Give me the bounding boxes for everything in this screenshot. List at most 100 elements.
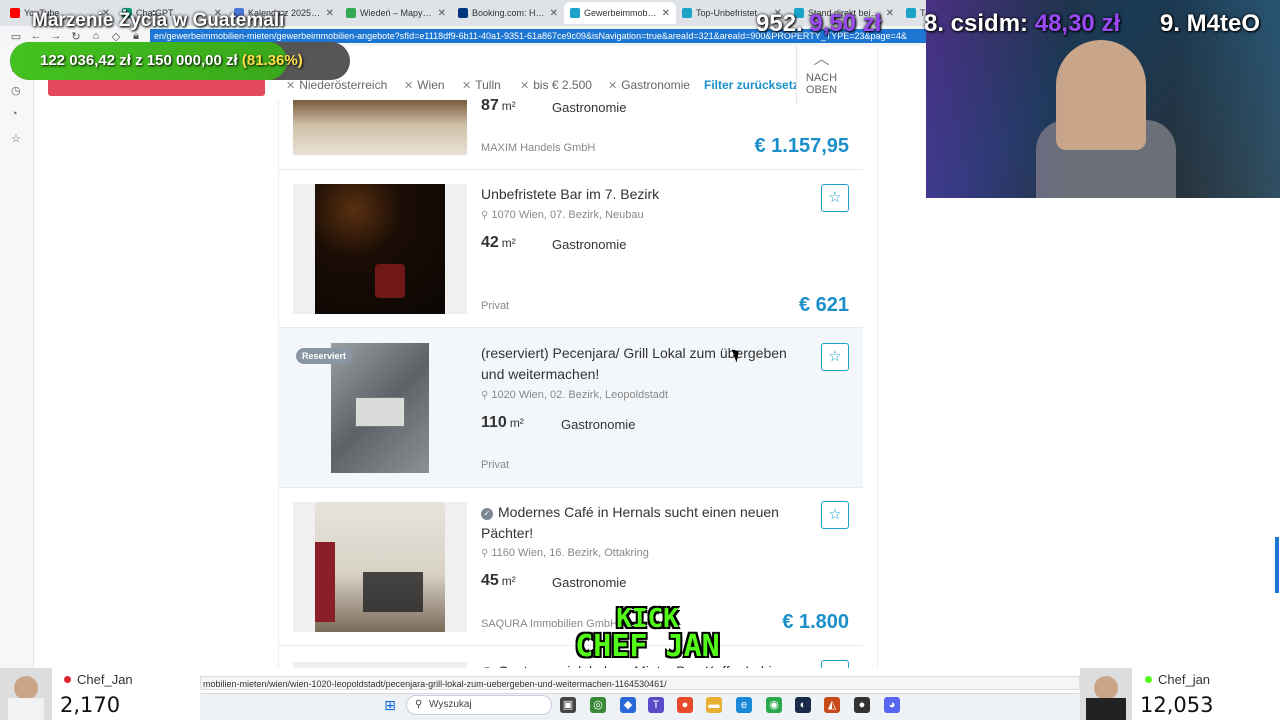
location-pin-icon: ⚲ xyxy=(481,390,489,401)
listing-card[interactable]: 87 m² Gastronomie MAXIM Handels GmbH € 1.… xyxy=(278,97,863,170)
tab-label: Booking.com: Hotel xyxy=(472,8,546,18)
discord-icon[interactable]: ◕ xyxy=(884,697,900,713)
donation-goal-bar: 122 036,42 zł z 150 000,00 zł (81.36%) xyxy=(10,42,350,80)
remove-icon[interactable]: ✕ xyxy=(462,79,471,92)
tab-close-icon[interactable]: ✕ xyxy=(886,8,894,19)
donation-goal-text: 122 036,42 zł z 150 000,00 zł (81.36%) xyxy=(40,52,303,69)
history-icon[interactable]: ◷ xyxy=(11,84,21,97)
listing-seller: Privat xyxy=(481,459,510,471)
listing-card[interactable]: Reserviert (reserviert) Pecenjara/ Grill… xyxy=(278,328,863,488)
listing-category: Gastronomie xyxy=(561,417,636,432)
clock-icon[interactable]: ◔ xyxy=(11,108,18,120)
edge-icon[interactable]: e xyxy=(736,697,752,713)
chevron-up-icon: ︿ xyxy=(813,51,830,68)
tab-favicon-icon xyxy=(682,8,692,18)
listing-title[interactable]: ✓ Modernes Café in Hernals sucht einen ne… xyxy=(481,502,806,544)
remove-icon[interactable]: ✕ xyxy=(608,79,617,92)
app-icon[interactable]: ◎ xyxy=(590,697,606,713)
filter-chip[interactable]: ✕ Wien xyxy=(404,78,445,92)
listing-title[interactable]: (reserviert) Pecenjara/ Grill Lokal zum … xyxy=(481,343,806,385)
left-channel-name: Chef_Jan xyxy=(64,672,133,687)
tab-favicon-icon xyxy=(10,8,20,18)
tab-favicon-icon xyxy=(906,8,916,18)
task-view-icon[interactable]: ▣ xyxy=(560,697,576,713)
listing-category: Gastronomie xyxy=(552,575,627,590)
scrollbar-thumb[interactable] xyxy=(1275,537,1279,593)
streamer-avatar-left xyxy=(0,668,52,720)
tab-favicon-icon xyxy=(346,8,356,18)
listing-title[interactable]: Unbefristete Bar im 7. Bezirk xyxy=(481,184,806,205)
remove-icon[interactable]: ✕ xyxy=(404,79,413,92)
listing-location: ⚲ 1020 Wien, 02. Bezirk, Leopoldstadt xyxy=(481,389,669,401)
verified-icon: ✓ xyxy=(481,508,493,520)
stream-title: Marzenie Życia w Guatemali xyxy=(32,10,285,31)
donation-rank-7: 952. 9,50 zł xyxy=(756,10,882,37)
listing-seller: MAXIM Handels GmbH xyxy=(481,142,596,154)
filter-chip[interactable]: ✕ Gastronomie xyxy=(608,78,690,92)
location-pin-icon: ⚲ xyxy=(481,548,489,559)
search-icon: ⚲ xyxy=(415,699,423,710)
favorite-star-icon[interactable]: ☆ xyxy=(821,184,849,212)
listing-price: € 1.157,95 xyxy=(754,135,849,157)
windows-start-icon[interactable]: ⊞ xyxy=(382,697,398,713)
listing-area: 45 m² xyxy=(481,572,516,589)
teams-icon[interactable]: T xyxy=(648,697,664,713)
listing-area: 110 m² xyxy=(481,414,524,431)
chrome-icon[interactable]: ◉ xyxy=(766,697,782,713)
listing-price: € 1.800 xyxy=(782,611,849,633)
listing-price: € 621 xyxy=(798,294,849,316)
listing-area: 87 m² xyxy=(481,97,516,114)
kick-overlay-logo: KICK CHEF JAN xyxy=(575,604,720,664)
filter-chip[interactable]: ✕ Tulln xyxy=(462,78,501,92)
back-to-top-label: NACH OBEN xyxy=(805,72,838,96)
right-viewer-count: 12,053 xyxy=(1140,693,1214,717)
status-bar-url: mobilien-mieten/wien/wien-1020-leopoldst… xyxy=(200,676,1080,690)
back-to-top-button[interactable]: ︿ NACH OBEN xyxy=(796,46,846,104)
reserved-badge: Reserviert xyxy=(296,348,353,364)
app-icon[interactable]: ◭ xyxy=(824,697,840,713)
listing-category: Gastronomie xyxy=(552,100,627,115)
remove-icon[interactable]: ✕ xyxy=(286,79,295,92)
listing-area: 42 m² xyxy=(481,234,516,251)
taskbar-search[interactable]: ⚲ Wyszukaj xyxy=(406,695,552,715)
browser-tab[interactable]: Wiedeń – Mapy Goo ✕ xyxy=(340,2,452,24)
sidebar-toggle-icon[interactable]: ▭ xyxy=(10,30,22,43)
tab-close-icon[interactable]: ✕ xyxy=(662,8,670,19)
browser-tab[interactable]: Booking.com: Hotel ✕ xyxy=(452,2,564,24)
listing-card[interactable]: Unbefristete Bar im 7. Bezirk ⚲ 1070 Wien… xyxy=(278,170,863,328)
location-pin-icon: ⚲ xyxy=(481,210,489,221)
app-icon[interactable]: ◆ xyxy=(620,697,636,713)
tab-label: Wiedeń – Mapy Goo xyxy=(360,8,434,18)
favorite-star-icon[interactable]: ☆ xyxy=(821,343,849,371)
steam-icon[interactable]: ◐ xyxy=(795,697,811,713)
tab-favicon-icon xyxy=(570,8,580,18)
browser-sidebar: ▤ ◷ ◔ ☆ xyxy=(0,46,34,720)
remove-icon[interactable]: ✕ xyxy=(520,79,529,92)
listing-location: ⚲ 1070 Wien, 07. Bezirk, Neubau xyxy=(481,209,644,221)
favorite-star-icon[interactable]: ☆ xyxy=(821,501,849,529)
folder-icon[interactable]: ▬ xyxy=(706,697,722,713)
donation-rank-9: 9. M4teO xyxy=(1160,10,1261,37)
firefox-icon[interactable]: ● xyxy=(677,697,693,713)
filter-chip[interactable]: ✕ bis € 2.500 xyxy=(520,78,592,92)
tab-close-icon[interactable]: ✕ xyxy=(438,8,446,19)
listing-category: Gastronomie xyxy=(552,237,627,252)
browser-tab[interactable]: Gewerbeimmobilien ✕ xyxy=(564,2,676,24)
tab-favicon-icon xyxy=(458,8,468,18)
listing-location: ⚲ 1160 Wien, 16. Bezirk, Ottakring xyxy=(481,547,649,559)
app-icon[interactable]: ● xyxy=(854,697,870,713)
tab-close-icon[interactable]: ✕ xyxy=(326,8,334,19)
listing-image[interactable] xyxy=(293,502,467,632)
donation-rank-8: 8. csidm: 48,30 zł xyxy=(924,10,1121,37)
listing-image[interactable] xyxy=(293,184,467,314)
streamer-avatar-right xyxy=(1080,668,1132,720)
listing-image[interactable] xyxy=(293,100,467,155)
tab-label: Gewerbeimmobilien xyxy=(584,8,658,18)
windows-taskbar xyxy=(200,693,1080,720)
right-channel-name: Chef_jan xyxy=(1145,672,1210,687)
left-viewer-count: 2,170 xyxy=(60,693,121,717)
favorites-star-icon[interactable]: ☆ xyxy=(11,132,21,145)
filter-chip[interactable]: ✕ Niederösterreich xyxy=(286,78,387,92)
listing-seller: Privat xyxy=(481,300,510,312)
tab-close-icon[interactable]: ✕ xyxy=(550,8,558,19)
